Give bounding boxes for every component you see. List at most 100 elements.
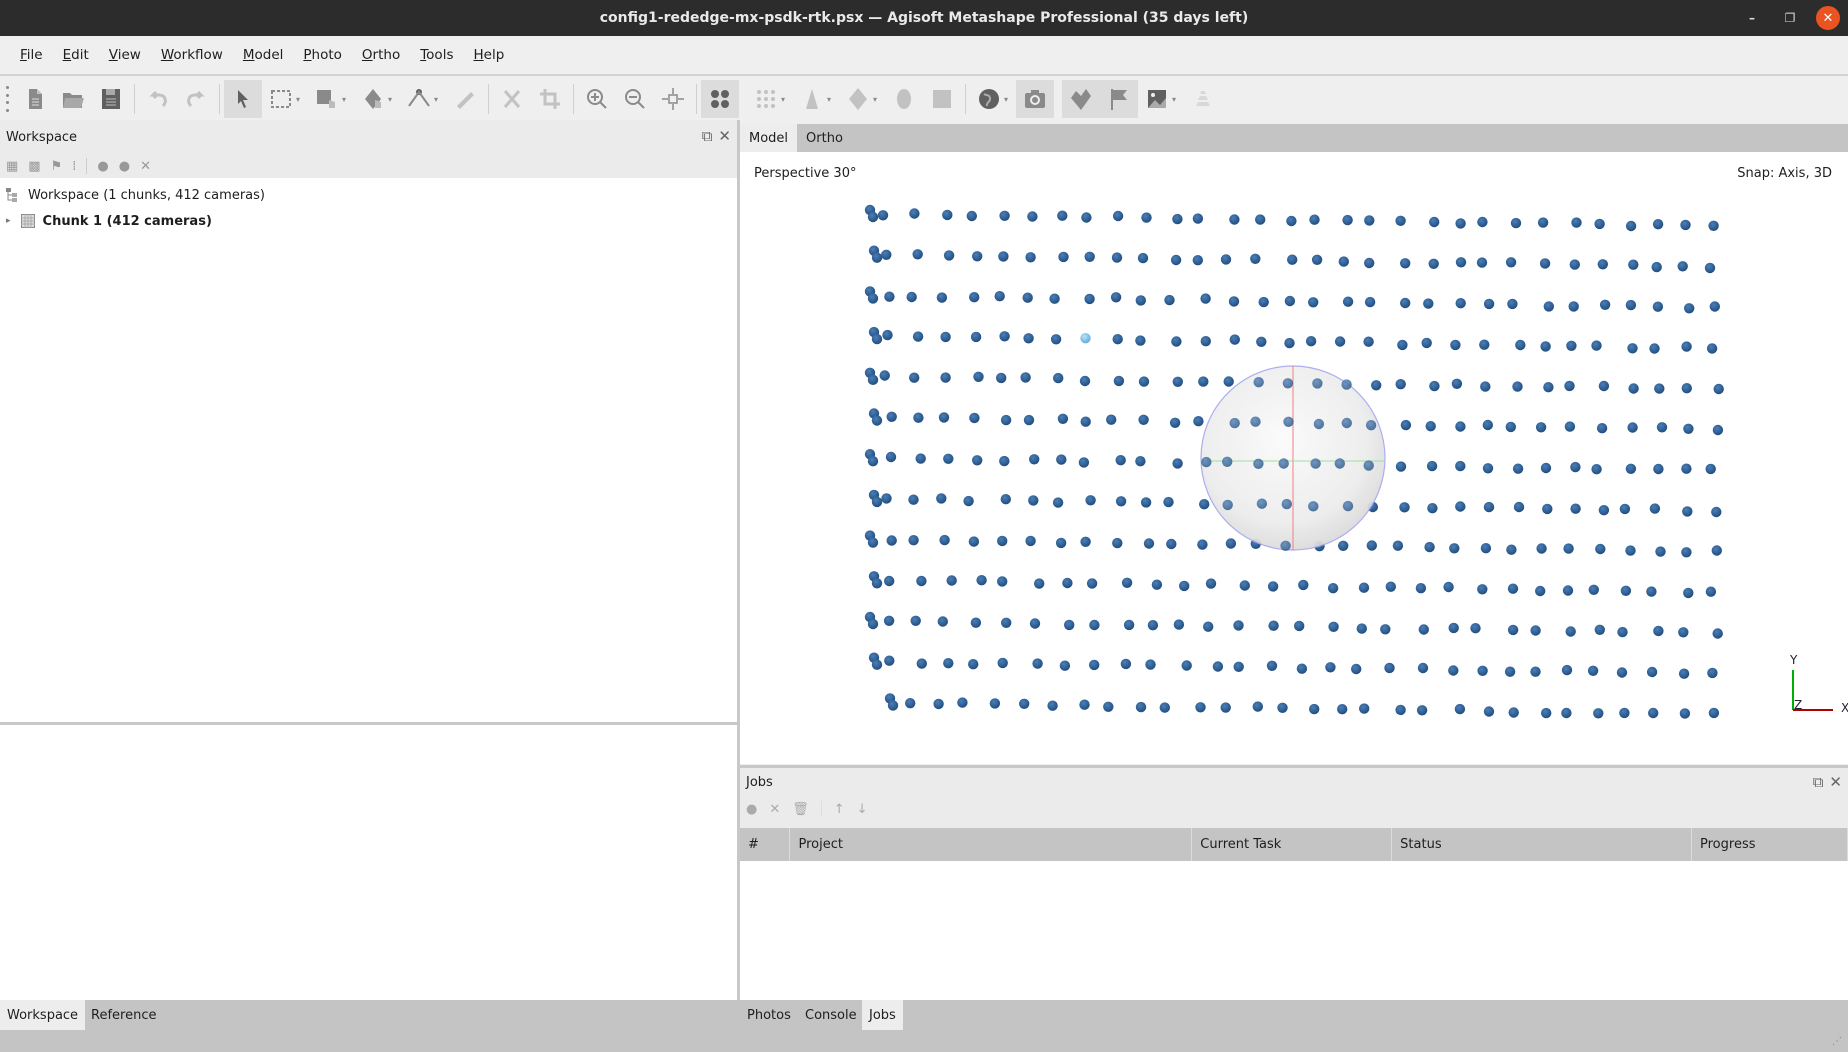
camera-marker[interactable] <box>1515 339 1526 351</box>
camera-marker[interactable] <box>1110 292 1122 303</box>
camera-marker[interactable] <box>1542 503 1553 515</box>
camera-marker[interactable] <box>1619 503 1631 515</box>
camera-marker[interactable] <box>1055 537 1067 549</box>
camera-marker[interactable] <box>1258 296 1269 308</box>
camera-marker[interactable] <box>1477 584 1488 595</box>
camera-marker[interactable] <box>973 371 984 382</box>
camera-marker[interactable] <box>1423 298 1434 309</box>
camera-marker[interactable] <box>1089 659 1100 671</box>
camera-marker[interactable] <box>886 535 897 546</box>
camera-marker[interactable] <box>1541 707 1552 719</box>
maximize-button[interactable]: ❐ <box>1778 6 1802 30</box>
camera-marker[interactable] <box>1027 211 1038 222</box>
camera-marker[interactable] <box>1121 577 1133 588</box>
camera-marker[interactable] <box>1338 540 1349 551</box>
resize-grip-icon[interactable]: ⋰ <box>1832 1036 1846 1050</box>
camera-marker[interactable] <box>906 291 917 303</box>
camera-marker[interactable] <box>1683 587 1694 599</box>
delete-selection-button[interactable] <box>493 80 531 118</box>
camera-marker[interactable] <box>1427 503 1438 514</box>
camera-marker[interactable] <box>1212 661 1224 672</box>
crop-selection-button[interactable] <box>531 80 569 118</box>
camera-marker[interactable] <box>1506 544 1517 555</box>
camera-marker[interactable] <box>1656 422 1668 433</box>
camera-marker[interactable] <box>1286 215 1297 227</box>
camera-marker[interactable] <box>1000 494 1011 505</box>
camera-marker[interactable] <box>1540 341 1551 352</box>
camera-marker[interactable] <box>871 415 883 426</box>
rectangle-selection-button[interactable] <box>262 80 300 118</box>
camera-marker[interactable] <box>1399 502 1410 513</box>
camera-marker[interactable] <box>946 575 957 586</box>
camera-marker[interactable] <box>1706 343 1718 354</box>
camera-marker[interactable] <box>994 291 1005 302</box>
camera-marker[interactable] <box>1085 495 1096 506</box>
camera-marker[interactable] <box>1455 298 1466 309</box>
camera-marker[interactable] <box>1113 375 1125 387</box>
camera-marker[interactable] <box>1253 458 1264 469</box>
camera-marker[interactable] <box>1451 378 1463 389</box>
camera-marker[interactable] <box>1200 293 1211 304</box>
camera-marker[interactable] <box>905 698 916 709</box>
camera-marker[interactable] <box>1267 581 1279 592</box>
camera-marker[interactable] <box>970 617 982 628</box>
camera-marker[interactable] <box>1384 662 1395 674</box>
camera-marker[interactable] <box>908 535 919 546</box>
disable-icon[interactable]: ● <box>119 159 130 174</box>
camera-marker[interactable] <box>1228 296 1240 307</box>
camera-marker[interactable] <box>879 370 890 381</box>
camera-marker[interactable] <box>1616 667 1628 678</box>
camera-marker-selected[interactable] <box>1080 333 1091 344</box>
float-panel-icon[interactable]: ⧉ <box>1813 773 1824 791</box>
camera-marker[interactable] <box>1181 660 1192 671</box>
camera-marker[interactable] <box>1681 547 1692 558</box>
camera-marker[interactable] <box>1482 463 1494 474</box>
camera-marker[interactable] <box>1392 540 1404 551</box>
camera-marker[interactable] <box>1281 498 1292 510</box>
camera-marker[interactable] <box>1052 497 1064 508</box>
column-header-status[interactable]: Status <box>1391 828 1693 861</box>
camera-marker[interactable] <box>1025 535 1036 547</box>
camera-marker[interactable] <box>1078 457 1090 468</box>
camera-marker[interactable] <box>1477 665 1488 676</box>
camera-marker[interactable] <box>1305 336 1317 347</box>
camera-marker[interactable] <box>1334 458 1345 469</box>
camera-marker[interactable] <box>909 372 920 383</box>
camera-marker[interactable] <box>1135 335 1146 346</box>
camera-marker[interactable] <box>1530 625 1541 636</box>
model-view[interactable]: Y X Z Perspective 30° Snap: Axis, 3D <box>740 152 1848 764</box>
camera-marker[interactable] <box>1483 298 1495 310</box>
camera-marker[interactable] <box>1334 336 1346 347</box>
camera-marker[interactable] <box>940 372 951 383</box>
camera-marker[interactable] <box>1569 259 1580 270</box>
camera-marker[interactable] <box>1530 666 1541 677</box>
camera-marker[interactable] <box>1079 375 1091 387</box>
camera-marker[interactable] <box>1220 254 1232 265</box>
camera-marker[interactable] <box>1705 463 1716 475</box>
add-photos-icon[interactable]: ▩ <box>28 159 40 174</box>
camera-marker[interactable] <box>1680 219 1691 231</box>
camera-marker[interactable] <box>1625 220 1637 232</box>
camera-marker[interactable] <box>1599 299 1611 310</box>
camera-marker[interactable] <box>969 412 980 424</box>
camera-marker[interactable] <box>1338 256 1349 267</box>
camera-marker[interactable] <box>1205 578 1217 589</box>
camera-marker[interactable] <box>1480 543 1492 554</box>
add-scalebar-icon[interactable]: ⁞ <box>72 159 76 174</box>
camera-marker[interactable] <box>1653 625 1664 637</box>
camera-marker[interactable] <box>1141 212 1152 223</box>
camera-marker[interactable] <box>1443 581 1454 593</box>
camera-marker[interactable] <box>912 249 923 260</box>
camera-marker[interactable] <box>1561 707 1572 719</box>
camera-marker[interactable] <box>1020 372 1031 383</box>
camera-marker[interactable] <box>1342 296 1354 307</box>
camera-marker[interactable] <box>1625 299 1637 311</box>
camera-marker[interactable] <box>1449 543 1460 554</box>
camera-marker[interactable] <box>908 494 919 505</box>
camera-marker[interactable] <box>1708 707 1720 719</box>
menu-ortho[interactable]: Ortho <box>352 47 410 63</box>
camera-marker[interactable] <box>867 618 879 630</box>
camera-marker[interactable] <box>1421 337 1432 349</box>
camera-marker[interactable] <box>1591 340 1602 351</box>
camera-marker[interactable] <box>940 331 951 343</box>
